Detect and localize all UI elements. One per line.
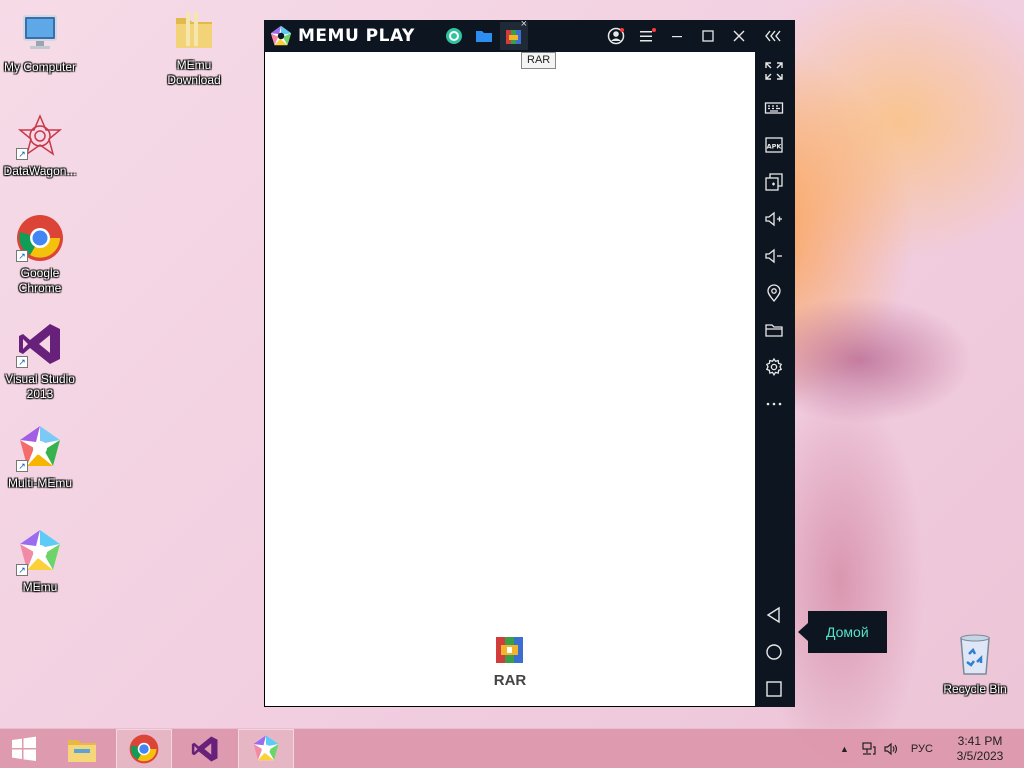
back-icon[interactable] bbox=[763, 604, 785, 626]
keyboard-icon[interactable] bbox=[763, 97, 785, 119]
taskbar-memu[interactable] bbox=[238, 729, 294, 768]
memu-window: MEMU PLAY × RAR APK bbox=[264, 18, 795, 707]
rar-icon bbox=[506, 30, 521, 44]
desktop-icon-my-computer[interactable]: My Computer bbox=[0, 8, 80, 75]
tab-close-icon[interactable]: × bbox=[521, 18, 527, 30]
memu-icon bbox=[253, 735, 279, 761]
multi-memu-icon: ↗ bbox=[16, 424, 64, 472]
shortcut-arrow-icon: ↗ bbox=[16, 356, 28, 368]
volume-icon[interactable] bbox=[883, 741, 899, 757]
more-icon[interactable] bbox=[763, 393, 785, 415]
desktop-icon-label: DataWagon... bbox=[3, 164, 77, 178]
svg-text:APK: APK bbox=[767, 143, 783, 151]
green-circle-app-icon bbox=[446, 28, 462, 44]
desktop-icon-datawagon[interactable]: ↗ DataWagon... bbox=[0, 112, 80, 179]
memu-play-title: MEMU PLAY bbox=[298, 26, 415, 46]
language-indicator[interactable]: РУС bbox=[911, 743, 933, 755]
shortcut-arrow-icon: ↗ bbox=[16, 460, 28, 472]
network-icon[interactable] bbox=[861, 741, 877, 757]
folder-icon bbox=[170, 6, 218, 54]
memu-logo-icon bbox=[270, 25, 292, 46]
maximize-icon[interactable] bbox=[696, 24, 720, 48]
windows-icon bbox=[12, 736, 36, 761]
android-screen[interactable]: RAR bbox=[265, 52, 755, 706]
recycle-bin-icon bbox=[951, 630, 999, 678]
tab-files[interactable] bbox=[474, 26, 494, 46]
tab-rar[interactable]: × bbox=[500, 18, 528, 50]
home-app-rar[interactable]: RAR bbox=[480, 634, 540, 689]
clock[interactable]: 3:41 PM 3/5/2023 bbox=[950, 729, 1010, 768]
tray-expand-icon[interactable]: ▲ bbox=[840, 744, 849, 754]
desktop-icon-visual-studio[interactable]: ↗ Visual Studio 2013 bbox=[0, 320, 80, 402]
folder-icon bbox=[476, 31, 492, 42]
system-tray: ▲ РУС bbox=[840, 729, 951, 768]
home-circle-icon[interactable] bbox=[763, 641, 785, 663]
desktop-icon-label: Multi-MEmu bbox=[7, 476, 72, 490]
taskbar: ▲ РУС 3:41 PM 3/5/2023 bbox=[0, 728, 1024, 768]
shortcut-arrow-icon: ↗ bbox=[16, 564, 28, 576]
desktop-icon-google-chrome[interactable]: ↗ Google Chrome bbox=[0, 214, 80, 296]
location-icon[interactable] bbox=[763, 282, 785, 304]
apk-icon[interactable]: APK bbox=[763, 134, 785, 156]
close-icon[interactable] bbox=[727, 24, 751, 48]
visual-studio-icon: ↗ bbox=[16, 320, 64, 368]
folder-icon[interactable] bbox=[763, 319, 785, 341]
desktop-icon-label: Visual Studio 2013 bbox=[5, 372, 75, 401]
taskbar-chrome[interactable] bbox=[116, 729, 172, 768]
fullscreen-icon[interactable] bbox=[763, 60, 785, 82]
taskbar-visual-studio[interactable] bbox=[177, 729, 233, 768]
desktop-icon-label: MEmu Download bbox=[167, 58, 221, 87]
home-tooltip: Домой bbox=[798, 611, 887, 653]
shortcut-arrow-icon: ↗ bbox=[16, 250, 28, 262]
home-app-label: RAR bbox=[493, 672, 527, 689]
file-explorer-icon bbox=[68, 740, 96, 762]
settings-gear-icon[interactable] bbox=[763, 356, 785, 378]
memu-icon: ↗ bbox=[16, 528, 64, 576]
shortcut-arrow-icon: ↗ bbox=[16, 148, 28, 160]
desktop-icon-label: Recycle Bin bbox=[943, 682, 1007, 696]
chrome-icon: ↗ bbox=[16, 214, 64, 262]
volume-up-icon[interactable] bbox=[763, 208, 785, 230]
visual-studio-icon bbox=[191, 736, 218, 762]
desktop-icon-label: My Computer bbox=[3, 60, 77, 74]
account-icon[interactable] bbox=[604, 24, 628, 48]
tab-app-1[interactable] bbox=[444, 26, 464, 46]
recents-icon[interactable] bbox=[763, 678, 785, 700]
menu-icon[interactable] bbox=[635, 24, 659, 48]
volume-down-icon[interactable] bbox=[763, 245, 785, 267]
rar-app-icon bbox=[496, 637, 523, 663]
clock-time: 3:41 PM bbox=[957, 734, 1003, 748]
clock-date: 3/5/2023 bbox=[956, 749, 1004, 763]
computer-icon bbox=[16, 8, 64, 56]
datawagon-icon: ↗ bbox=[16, 112, 64, 160]
taskbar-file-explorer[interactable] bbox=[54, 729, 110, 768]
desktop-icon-memu-download[interactable]: MEmu Download bbox=[154, 6, 234, 88]
memu-titlebar[interactable]: MEMU PLAY × bbox=[264, 18, 795, 52]
chrome-icon bbox=[129, 734, 159, 764]
minimize-icon[interactable] bbox=[665, 24, 689, 48]
desktop-icon-memu[interactable]: ↗ MEmu bbox=[0, 528, 80, 595]
multi-window-icon[interactable] bbox=[763, 171, 785, 193]
start-button[interactable] bbox=[0, 729, 48, 768]
tab-tooltip: RAR bbox=[521, 52, 557, 69]
desktop-icon-label: MEmu bbox=[22, 580, 58, 594]
collapse-sidebar-icon[interactable] bbox=[762, 24, 786, 48]
desktop-icon-multi-memu[interactable]: ↗ Multi-MEmu bbox=[0, 424, 80, 491]
desktop-icon-recycle-bin[interactable]: Recycle Bin bbox=[935, 630, 1015, 697]
desktop-icon-label: Google Chrome bbox=[18, 266, 62, 295]
memu-sidebar: APK bbox=[755, 52, 795, 707]
